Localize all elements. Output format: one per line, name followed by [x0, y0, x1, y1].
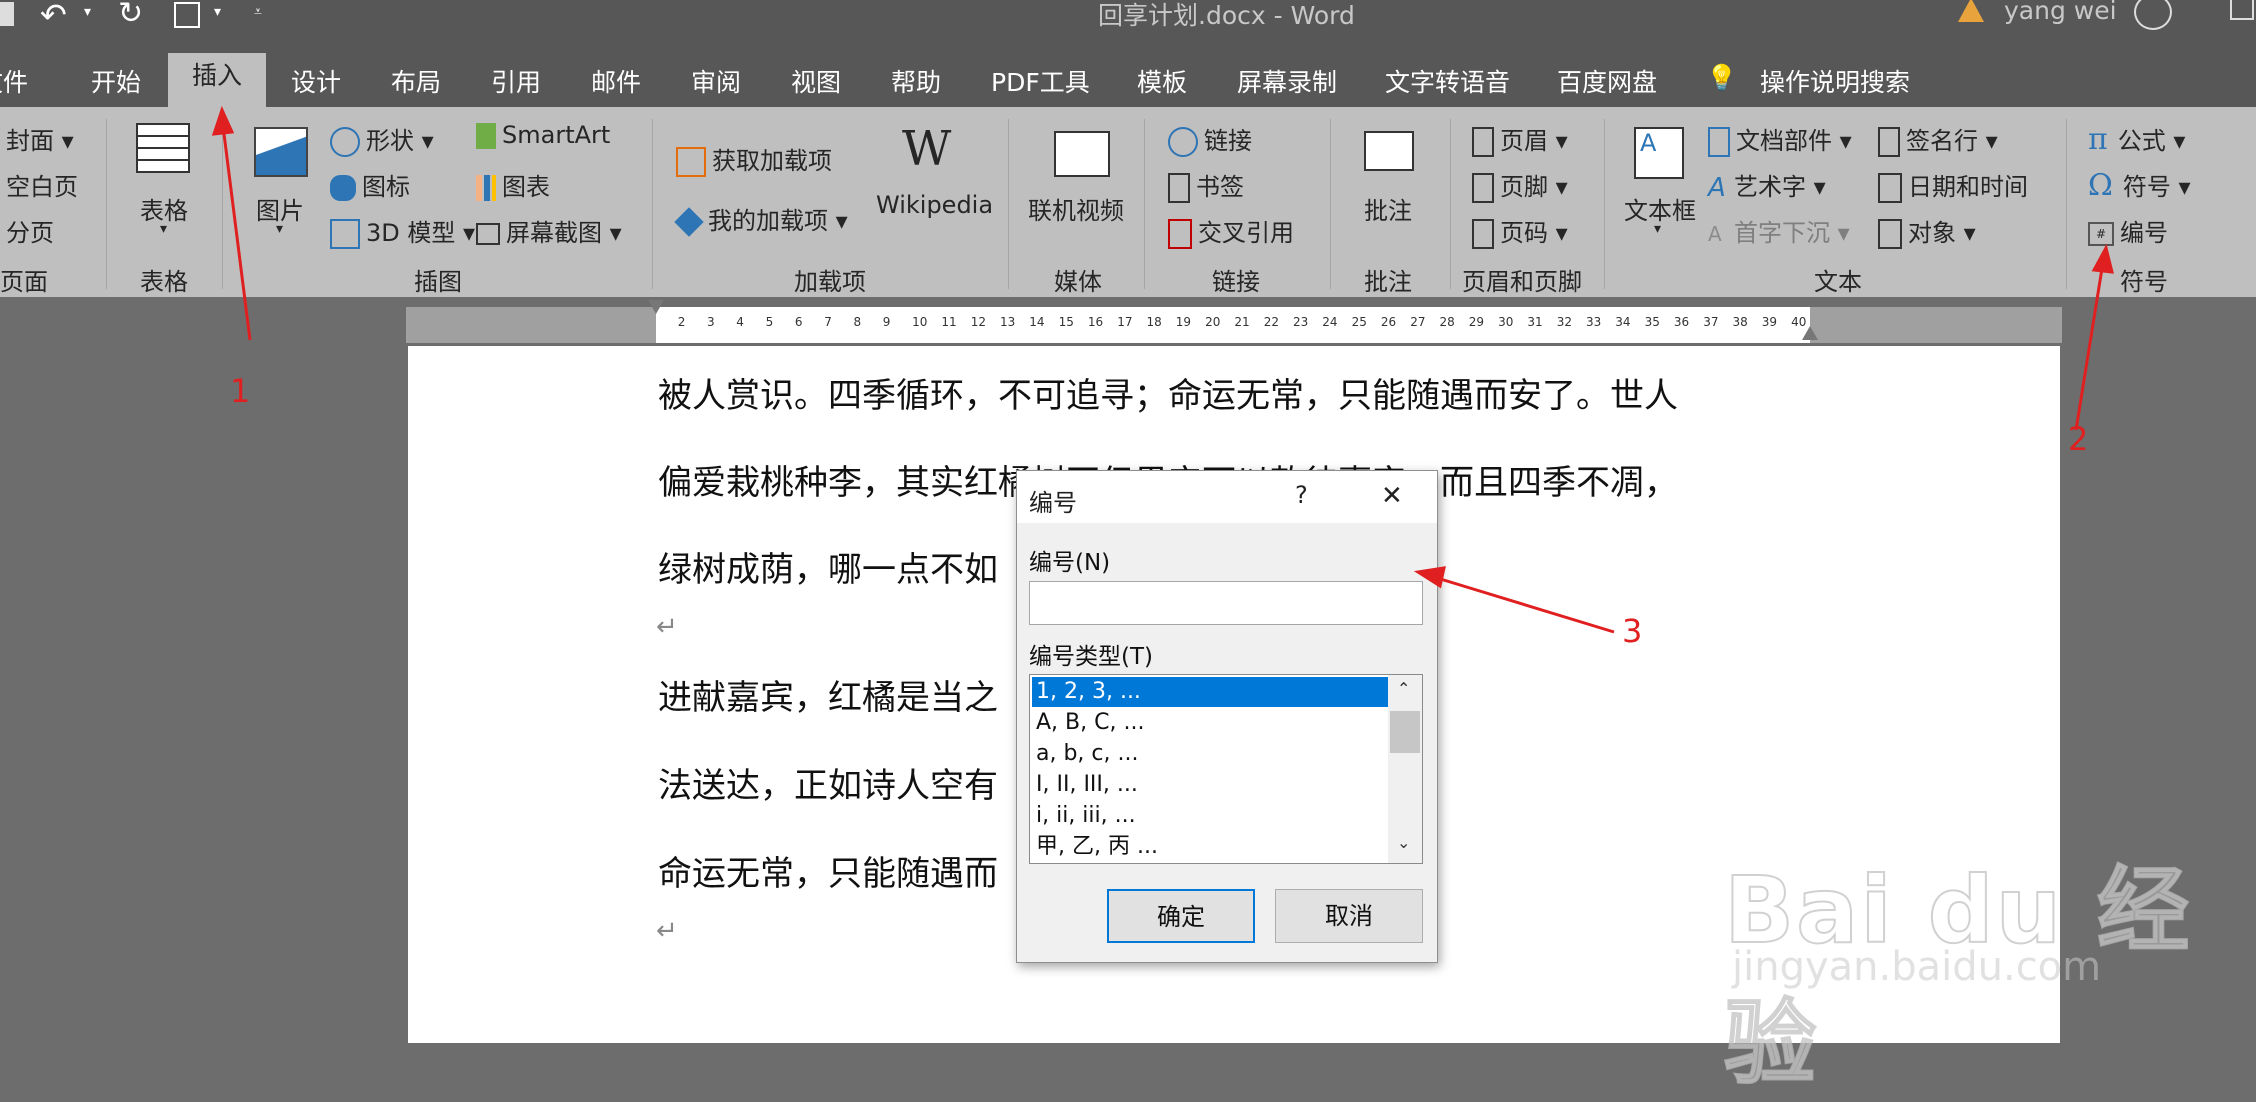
- arrow-3-icon: [1423, 572, 1615, 634]
- arrow-1-icon: [220, 117, 252, 341]
- annotation-1: 1: [230, 372, 251, 410]
- arrowhead-1-icon: [211, 105, 235, 136]
- annotation-arrows: [211, 105, 2114, 634]
- arrow-2-icon: [2074, 255, 2106, 431]
- arrowhead-2-icon: [2091, 243, 2114, 274]
- annotation-3: 3: [1622, 612, 1643, 650]
- arrowhead-3-icon: [1413, 566, 1446, 589]
- annotation-2: 2: [2068, 420, 2089, 458]
